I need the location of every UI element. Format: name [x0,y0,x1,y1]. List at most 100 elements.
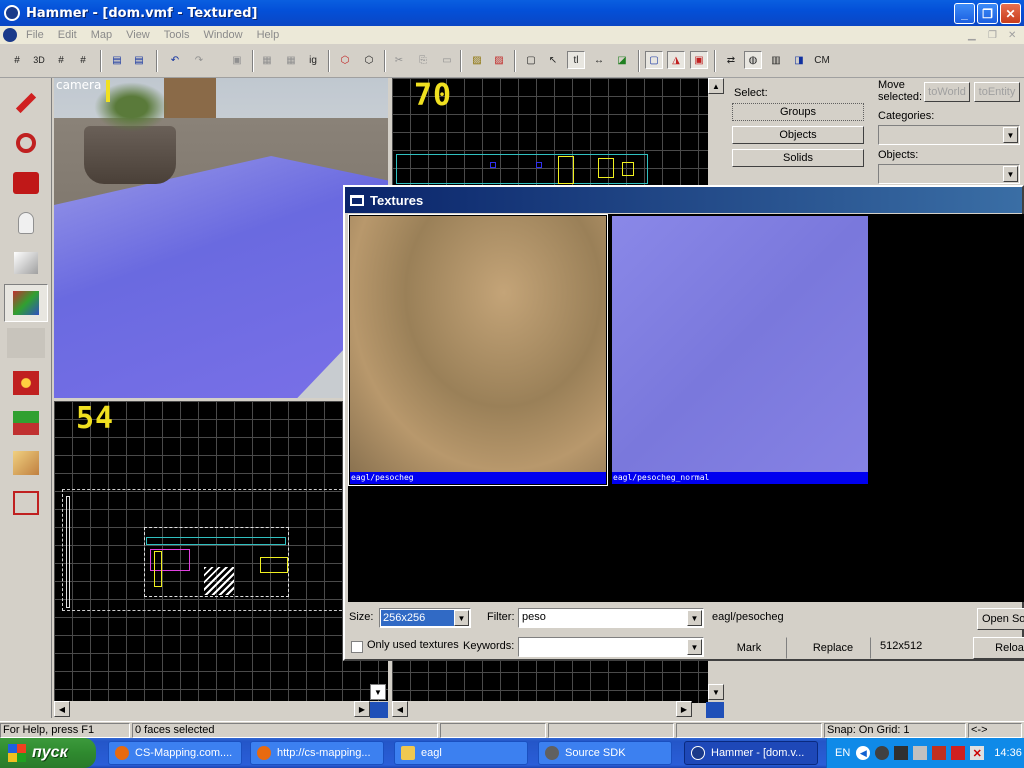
textures-title-bar[interactable]: Textures [345,187,1022,213]
scroll-down-icon[interactable]: ▼ [370,684,386,700]
scroll-down-icon[interactable]: ▼ [708,684,724,700]
entity-tool[interactable] [4,204,48,242]
select-pointer-icon[interactable]: ↖ [544,51,562,69]
tray-app-icon[interactable] [894,746,909,760]
clip-icon[interactable]: ↔ [590,51,608,69]
camera-viewport[interactable]: camera [54,78,388,398]
texture-browser[interactable]: eagl/pesocheg eagl/pesocheg_normal [348,214,1024,602]
reload-button[interactable]: Reload [973,637,1024,659]
solids-button[interactable]: Solids [732,149,864,167]
document-icon[interactable] [3,28,17,42]
selection-tool[interactable] [4,84,48,122]
magnify-tool[interactable] [4,124,48,162]
grid-toggle-icon[interactable]: # [8,51,26,69]
group-icon[interactable]: ▤ [108,51,126,69]
unhide-icon[interactable]: ▨ [490,51,508,69]
hammer-app-icon[interactable] [4,5,20,21]
grid-smaller-icon[interactable]: # [52,51,70,69]
size-dropdown[interactable]: 256x256 ▼ [379,608,471,628]
redo-icon[interactable]: ↷ [190,51,208,69]
cubemap-button[interactable]: CM [812,51,832,69]
scroll-up-icon[interactable]: ▲ [708,78,724,94]
top-viewport-hscroll[interactable]: ◀ ▶ [392,701,692,717]
menu-file[interactable]: File [19,29,51,41]
taskbar-item-hammer[interactable]: Hammer - [dom.v... [684,741,818,765]
display-overlays-icon[interactable]: ▣ [690,51,708,69]
taskbar-item-browser-1[interactable]: CS-Mapping.com.... [108,741,242,765]
arrow-icon[interactable]: ⇄ [722,51,740,69]
objects-button[interactable]: Objects [732,126,864,144]
scroll-left-icon[interactable]: ◀ [392,701,408,717]
taskbar-item-browser-2[interactable]: http://cs-mapping... [250,741,384,765]
texture-application-tool[interactable] [4,284,48,322]
antivirus-tray-icon[interactable] [951,746,966,760]
camera-tool[interactable] [4,164,48,202]
ungroup-icon[interactable]: ▤ [130,51,148,69]
carve-icon[interactable]: ▣ [228,51,246,69]
close-button[interactable]: ✕ [1000,3,1021,24]
mdi-minimize-icon[interactable]: ▁ [968,30,976,41]
taskbar-item-folder[interactable]: eagl [394,741,528,765]
ignore-groups-button[interactable]: ig [304,51,322,69]
grid-larger-icon[interactable]: # [74,51,92,69]
to-entity-button[interactable]: toEntity [974,82,1020,102]
tools-tray-icon[interactable] [932,746,947,760]
cordon-icon[interactable]: ◨ [790,51,808,69]
menu-view[interactable]: View [119,29,157,41]
security-tray-icon[interactable]: ✕ [970,746,985,760]
paste-icon[interactable]: ▭ [438,51,456,69]
taskbar-item-source-sdk[interactable]: Source SDK [538,741,672,765]
side-viewport[interactable]: 54 [54,401,388,701]
mdi-close-icon[interactable]: ✕ [1008,30,1016,41]
hollow-icon[interactable]: ▦ [258,51,276,69]
filter-dropdown[interactable]: peso ▼ [518,608,704,628]
wireframe-icon[interactable]: ▥ [767,51,785,69]
only-used-checkbox[interactable] [351,641,363,653]
vertex-tool[interactable] [4,484,48,522]
decal-tool[interactable] [4,364,48,402]
texture-lock-button[interactable]: tl [567,51,585,69]
display-models-icon[interactable]: ◮ [667,51,685,69]
texture-scale-icon[interactable]: ⬡ [360,51,378,69]
copy-icon[interactable]: ⎘ [414,51,432,69]
to-world-button[interactable]: toWorld [924,82,970,102]
block-tool[interactable] [4,244,48,282]
language-indicator[interactable]: EN [835,747,850,759]
open-source-button[interactable]: Open Sour [977,608,1024,630]
steam-tray-icon[interactable] [875,746,890,760]
network-tray-icon[interactable] [913,746,928,760]
vertex-icon[interactable]: ◪ [613,51,631,69]
scroll-right-icon[interactable]: ▶ [354,701,370,717]
select-brush-icon[interactable]: ▢ [522,51,540,69]
start-button[interactable]: пуск [0,738,96,768]
groups-button[interactable]: Groups [732,103,864,121]
menu-map[interactable]: Map [84,29,119,41]
keywords-dropdown[interactable]: ▼ [518,637,704,657]
menu-window[interactable]: Window [196,29,249,41]
hide-icon[interactable]: ▨ [468,51,486,69]
tie-to-entity-icon[interactable]: ▦ [282,51,300,69]
menu-tools[interactable]: Tools [157,29,197,41]
apply-current-texture-tool[interactable] [4,324,48,362]
maximize-button[interactable]: ❐ [977,3,998,24]
scroll-right-icon[interactable]: ▶ [676,701,692,717]
side-viewport-hscroll[interactable]: ◀ ▶ [54,701,370,717]
texture-lock-icon[interactable]: ⬡ [336,51,354,69]
texture-tile-normal[interactable]: eagl/pesocheg_normal [612,216,868,484]
clipping-tool[interactable] [4,444,48,482]
menu-help[interactable]: Help [250,29,287,41]
3d-grid-icon[interactable]: 3D [30,51,48,69]
mdi-restore-icon[interactable]: ❐ [988,30,997,41]
minimize-button[interactable]: _ [954,3,975,24]
mark-button[interactable]: Mark [711,637,787,659]
texture-tile-sand[interactable]: eagl/pesocheg [348,214,608,486]
radius-culling-icon[interactable]: ◍ [744,51,762,69]
tray-expand-icon[interactable]: ◀ [856,746,871,760]
replace-button[interactable]: Replace [795,637,871,659]
viewport-menu-icon[interactable] [370,702,388,718]
overlay-tool[interactable] [4,404,48,442]
cut-icon[interactable]: ✂ [390,51,408,69]
scroll-left-icon[interactable]: ◀ [54,701,70,717]
viewport-menu-icon[interactable] [706,702,724,718]
objects-dropdown[interactable]: ▼ [878,164,1020,184]
